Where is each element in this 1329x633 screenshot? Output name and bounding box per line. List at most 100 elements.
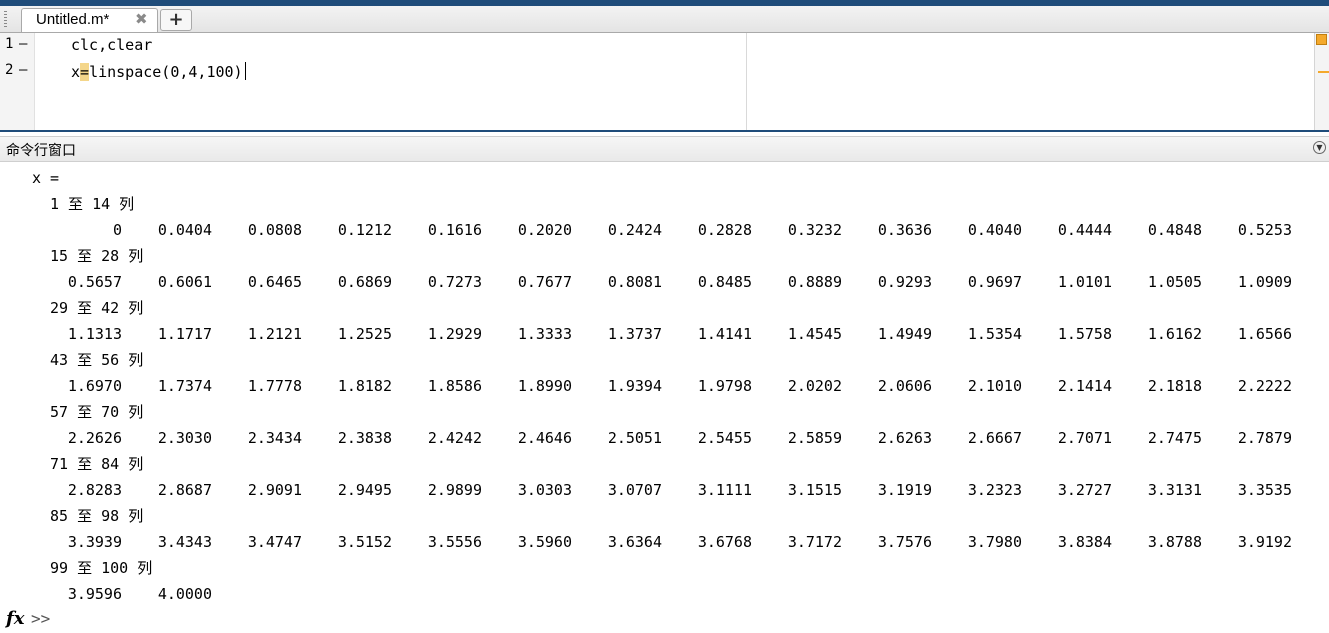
output-value: 2.2626	[67, 429, 122, 447]
output-value: 2.1818	[1147, 377, 1202, 395]
function-browser-icon[interactable]: fx	[6, 608, 24, 629]
output-value: 2.2222	[1237, 377, 1292, 395]
output-value: 2.9899	[427, 481, 482, 499]
tab-label: Untitled.m*	[36, 11, 110, 28]
warning-indicator-icon[interactable]	[1316, 34, 1327, 45]
output-value: 0.4444	[1057, 221, 1112, 239]
output-value: 3.0707	[607, 481, 662, 499]
output-value: 1.4545	[787, 325, 842, 343]
output-value: 2.3030	[157, 429, 212, 447]
output-value: 2.8687	[157, 481, 212, 499]
output-value: 3.1111	[697, 481, 752, 499]
output-value: 0.7273	[427, 273, 482, 291]
warning-marker[interactable]	[1318, 71, 1329, 73]
new-tab-button[interactable]: +	[160, 9, 192, 31]
output-value: 2.5859	[787, 429, 842, 447]
output-value: 1.8586	[427, 377, 482, 395]
panel-menu-icon[interactable]: ▼	[1313, 141, 1326, 154]
output-value: 2.1010	[967, 377, 1022, 395]
line-number-gutter: 1 — 2 —	[0, 33, 35, 130]
line-number: 1	[5, 36, 14, 52]
output-value: 3.3535	[1237, 481, 1292, 499]
output-value: 1.6970	[67, 377, 122, 395]
output-value: 3.5960	[517, 533, 572, 551]
output-value: 3.4343	[157, 533, 212, 551]
output-value: 0.0808	[247, 221, 302, 239]
column-range-label: 1 至 14 列	[50, 195, 135, 213]
output-value: 3.7980	[967, 533, 1022, 551]
output-value: 1.4949	[877, 325, 932, 343]
output-value: 3.8384	[1057, 533, 1112, 551]
breakpoint-marker[interactable]: —	[19, 62, 27, 78]
code-line-1[interactable]: clc,clear	[71, 36, 152, 54]
output-value: 3.2323	[967, 481, 1022, 499]
output-value: 2.9495	[337, 481, 392, 499]
output-value: 1.9394	[607, 377, 662, 395]
output-value: 1.2121	[247, 325, 302, 343]
output-value: 0.3232	[787, 221, 842, 239]
output-value: 0.9293	[877, 273, 932, 291]
output-value: 2.1414	[1057, 377, 1112, 395]
code-line-2[interactable]: x=linspace(0,4,100)	[71, 62, 246, 81]
output-value: 3.9596	[67, 585, 122, 603]
output-value: 1.3333	[517, 325, 572, 343]
command-prompt[interactable]: >>	[31, 609, 50, 628]
output-value: 1.5354	[967, 325, 1022, 343]
output-value: 2.0202	[787, 377, 842, 395]
output-value: 1.6566	[1237, 325, 1292, 343]
output-value: 0.8485	[697, 273, 752, 291]
output-value: 3.1515	[787, 481, 842, 499]
output-value: 3.2727	[1057, 481, 1112, 499]
code-text: clc,clear	[71, 36, 153, 54]
close-icon[interactable]: ✖	[135, 10, 148, 28]
output-value: 0.2020	[517, 221, 572, 239]
output-value: 1.1313	[67, 325, 122, 343]
output-value: 2.8283	[67, 481, 122, 499]
output-value: 2.4646	[517, 429, 572, 447]
code-text: x	[71, 63, 81, 81]
output-value: 1.1717	[157, 325, 212, 343]
output-value: 0.8081	[607, 273, 662, 291]
output-value: 2.5051	[607, 429, 662, 447]
command-window-title: 命令行窗口	[6, 143, 76, 159]
output-value: 1.7374	[157, 377, 212, 395]
output-value: 3.5152	[337, 533, 392, 551]
output-value: 2.7475	[1147, 429, 1202, 447]
output-value: 0.6465	[247, 273, 302, 291]
output-value: 1.5758	[1057, 325, 1112, 343]
output-value: 2.7071	[1057, 429, 1112, 447]
output-value: 0.4848	[1147, 221, 1202, 239]
output-value: 3.0303	[517, 481, 572, 499]
output-value: 1.3737	[607, 325, 662, 343]
output-value: 3.7576	[877, 533, 932, 551]
output-value: 1.8182	[337, 377, 392, 395]
output-value: 2.7879	[1237, 429, 1292, 447]
column-range-label: 57 至 70 列	[50, 403, 144, 421]
output-value: 3.5556	[427, 533, 482, 551]
output-value: 0.4040	[967, 221, 1022, 239]
output-value: 0.2828	[697, 221, 752, 239]
output-value: 3.3939	[67, 533, 122, 551]
breakpoint-marker[interactable]: —	[19, 36, 27, 52]
output-value: 3.4747	[247, 533, 302, 551]
output-value: 1.9798	[697, 377, 752, 395]
output-value: 0.6869	[337, 273, 392, 291]
output-value: 0.7677	[517, 273, 572, 291]
output-value: 3.6768	[697, 533, 752, 551]
output-value: 2.0606	[877, 377, 932, 395]
code-editor[interactable]: 1 — 2 — clc,clear x=linspace(0,4,100)	[0, 33, 1329, 130]
output-value: 3.6364	[607, 533, 662, 551]
output-value: 3.8788	[1147, 533, 1202, 551]
output-value: 1.0505	[1147, 273, 1202, 291]
output-value: 0.3636	[877, 221, 932, 239]
output-value: 1.0101	[1057, 273, 1112, 291]
text-cursor	[244, 62, 246, 80]
variable-header: x =	[32, 169, 60, 187]
tab-untitled-m[interactable]: Untitled.m* ✖	[21, 8, 158, 32]
command-window-header: 命令行窗口 ▼	[0, 136, 1329, 162]
output-value: 2.5455	[697, 429, 752, 447]
code-analyzer-bar	[1314, 33, 1329, 130]
drag-grip-icon[interactable]	[4, 11, 7, 27]
output-value: 1.2525	[337, 325, 392, 343]
output-value: 2.3838	[337, 429, 392, 447]
